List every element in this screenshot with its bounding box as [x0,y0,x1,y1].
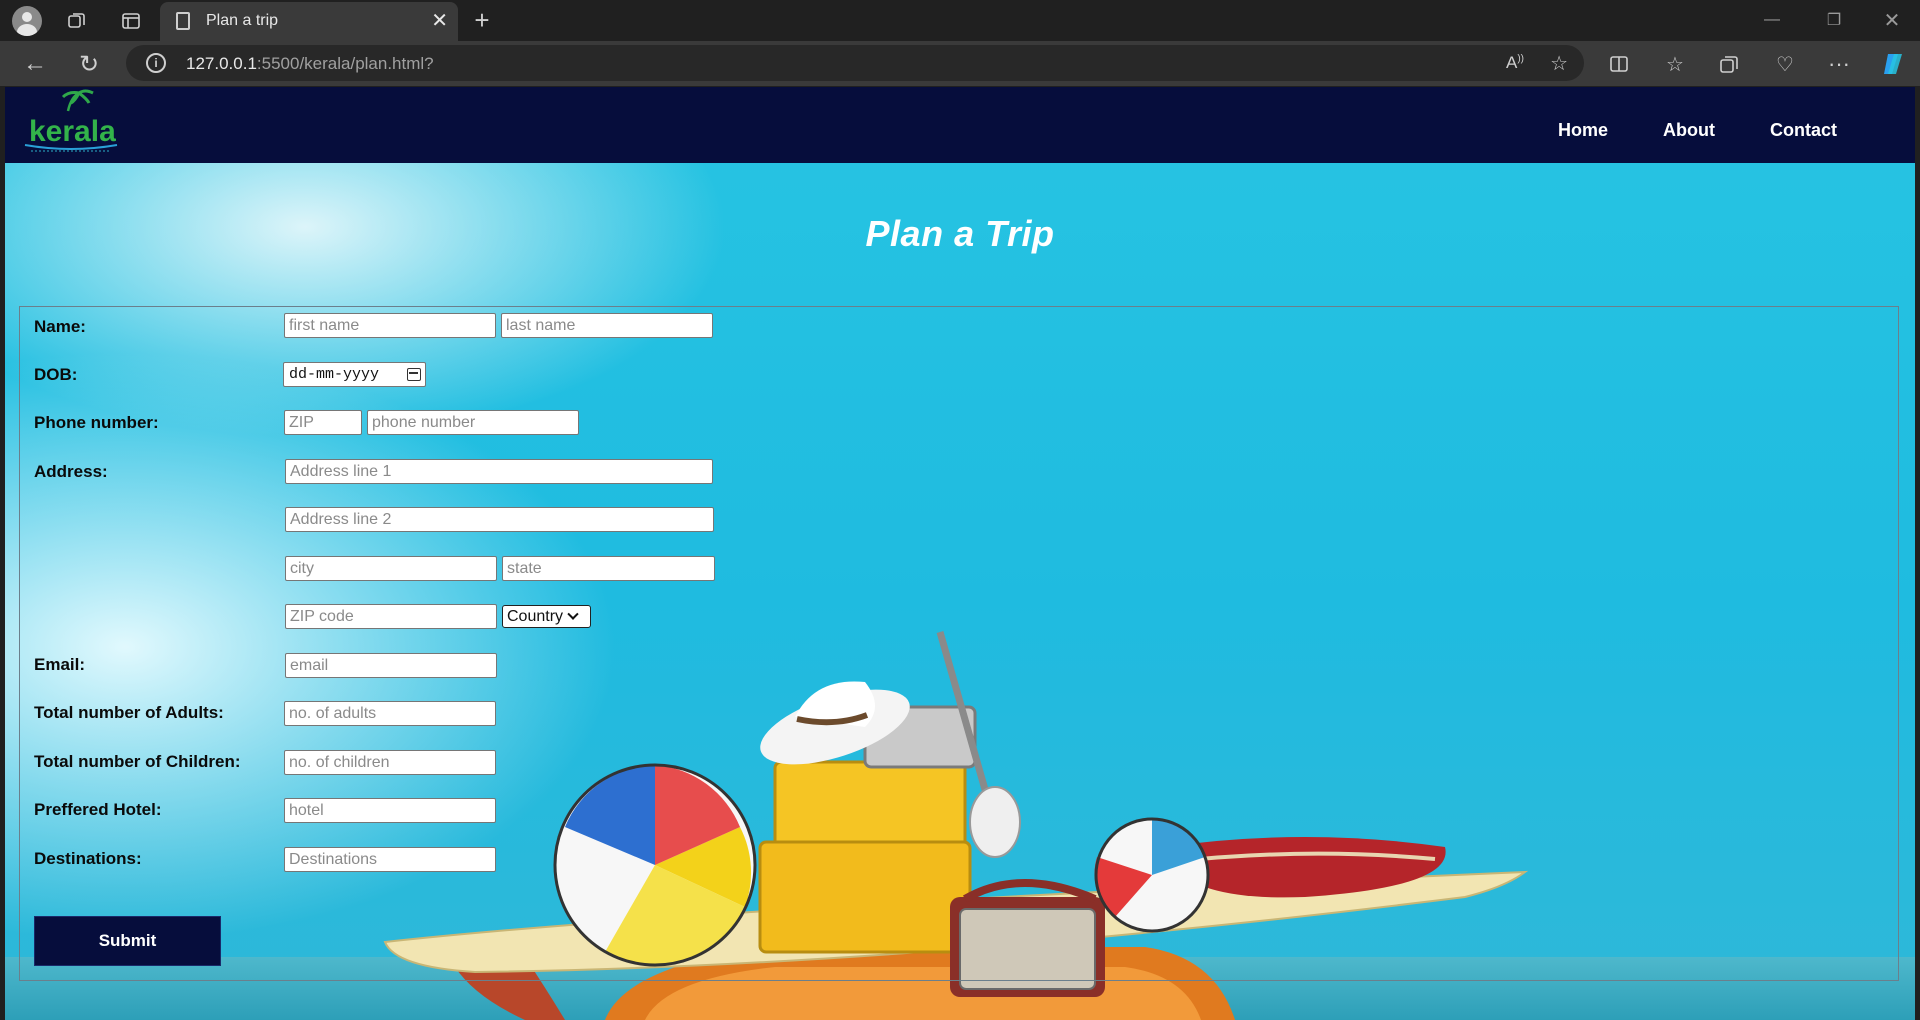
address-line1-input[interactable] [285,459,713,484]
destinations-input[interactable] [284,847,496,872]
close-tab-icon[interactable]: ✕ [431,8,448,33]
site-navbar: kerala Home About Contact [5,87,1915,163]
children-input[interactable] [284,750,496,775]
new-tab-icon[interactable]: + [468,5,496,35]
trip-form-border [19,306,1899,981]
adults-input[interactable] [284,701,496,726]
address-bar: ← ↻ i 127.0.0.1:5500/kerala/plan.html? A… [0,41,1920,86]
workspaces-icon[interactable] [64,8,90,34]
favorites-icon[interactable]: ☆ [1660,49,1690,79]
tab-title: Plan a trip [206,12,279,29]
url-text[interactable]: 127.0.0.1:5500/kerala/plan.html? [186,54,434,74]
hotel-input[interactable] [284,798,496,823]
restore-icon[interactable]: ❐ [1814,6,1854,34]
nav-link-about[interactable]: About [1663,120,1715,141]
split-screen-icon[interactable] [1604,49,1634,79]
address-label: Address: [34,462,108,481]
vertical-tabs-icon[interactable] [118,8,144,34]
last-name-input[interactable] [501,313,713,338]
read-aloud-icon[interactable]: A)) [1506,53,1524,73]
chevron-down-icon [567,608,579,620]
url-field[interactable]: i 127.0.0.1:5500/kerala/plan.html? A)) ☆ [126,45,1584,81]
dob-value: dd-mm-yyyy [289,366,380,383]
back-icon[interactable]: ← [20,49,50,79]
more-menu-icon[interactable]: ··· [1824,49,1854,79]
hotel-label: Preffered Hotel: [34,800,162,819]
first-name-input[interactable] [284,313,496,338]
kerala-logo[interactable]: kerala [23,89,119,159]
calendar-icon[interactable] [407,368,421,381]
logo-wordmark: kerala [29,115,116,148]
phone-zip-input[interactable] [284,410,362,435]
page-viewport: kerala Home About Contact Plan a Trip Na… [5,87,1915,1020]
copilot-icon[interactable] [1878,49,1908,79]
page-title: Plan a Trip [865,213,1055,254]
browser-essentials-icon[interactable]: ♡ [1770,49,1800,79]
page-icon [176,12,190,30]
country-select[interactable]: Country [502,605,591,628]
refresh-icon[interactable]: ↻ [74,49,104,79]
zip-code-input[interactable] [285,604,497,629]
dob-date-input[interactable]: dd-mm-yyyy [283,362,426,387]
browser-tab-bar: Plan a trip ✕ + — ❐ ✕ [0,0,1920,41]
favorite-star-icon[interactable]: ☆ [1550,51,1568,76]
children-label: Total number of Children: [34,752,241,771]
state-input[interactable] [502,556,715,581]
active-tab[interactable]: Plan a trip ✕ [160,2,458,41]
site-info-icon[interactable]: i [146,53,166,73]
nav-link-home[interactable]: Home [1558,120,1608,141]
country-select-value: Country [507,607,564,625]
city-input[interactable] [285,556,497,581]
submit-button[interactable]: Submit [34,916,221,966]
name-label: Name: [34,317,86,336]
phone-number-input[interactable] [367,410,579,435]
nav-link-contact[interactable]: Contact [1770,120,1837,141]
dob-label: DOB: [34,365,78,384]
collections-icon[interactable] [1714,49,1744,79]
minimize-icon[interactable]: — [1752,6,1792,34]
adults-label: Total number of Adults: [34,703,224,722]
phone-label: Phone number: [34,413,159,432]
email-label: Email: [34,655,86,674]
close-window-icon[interactable]: ✕ [1872,6,1912,34]
email-input[interactable] [285,653,497,678]
profile-avatar-icon[interactable] [12,6,42,36]
address-line2-input[interactable] [285,507,714,532]
destinations-label: Destinations: [34,849,142,868]
